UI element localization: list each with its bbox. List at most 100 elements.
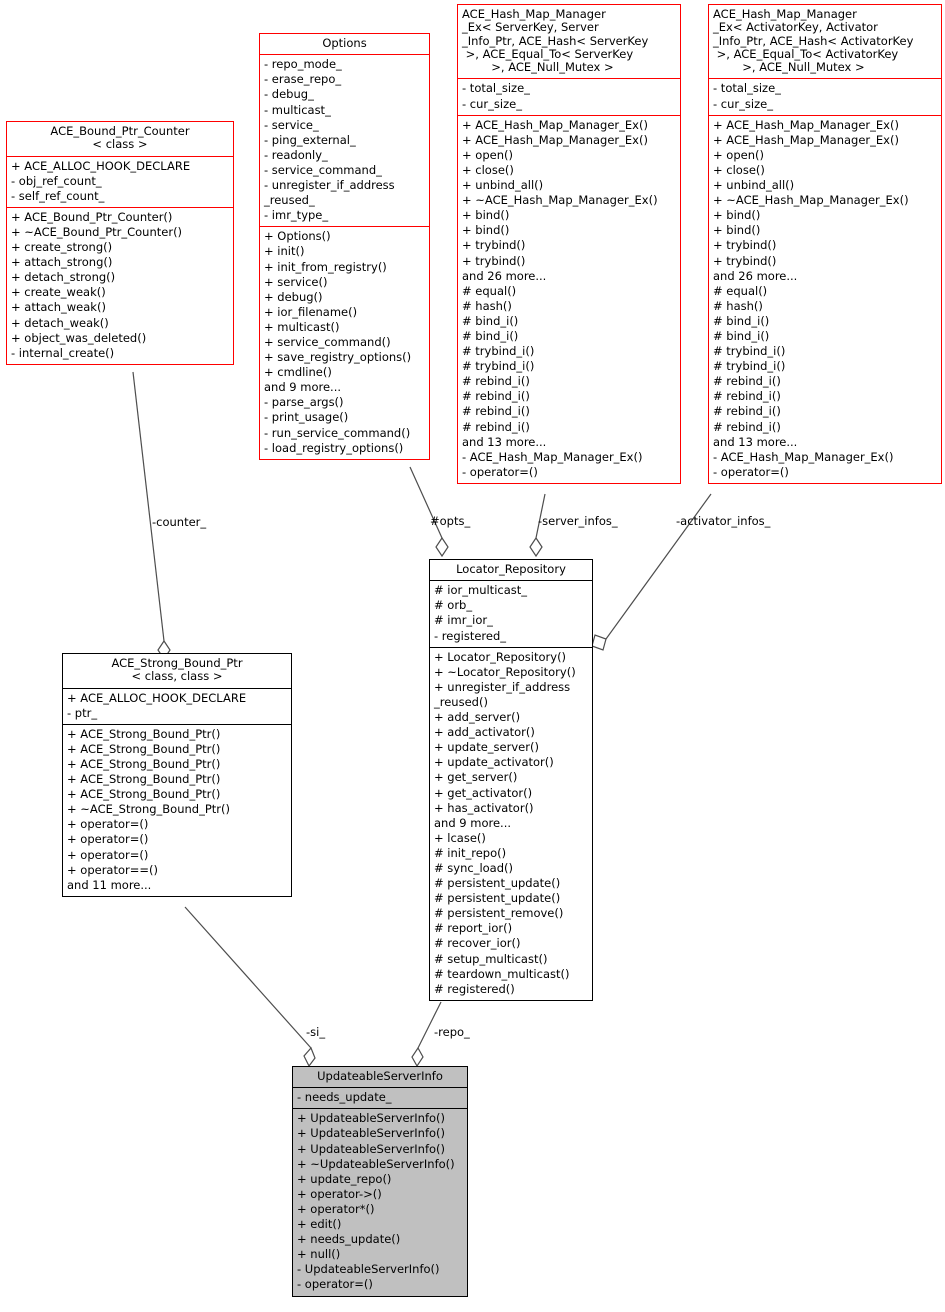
method-row: and 26 more... <box>713 268 798 283</box>
attribute-row: # imr_ior_ <box>434 613 493 628</box>
method-row: + service_command() <box>264 334 391 349</box>
class-box-updateable-server-info[interactable]: UpdateableServerInfo - needs_update_ + U… <box>292 1066 468 1297</box>
class-title: Locator_Repository <box>456 562 566 576</box>
class-title-section: ACE_Strong_Bound_Ptr < class, class > <box>63 654 291 688</box>
method-row: # rebind_i() <box>713 389 781 404</box>
method-row: # persistent_remove() <box>434 906 564 921</box>
method-row: + ACE_Hash_Map_Manager_Ex() <box>713 117 899 132</box>
method-row: # trybind_i() <box>462 359 535 374</box>
methods-section: + UpdateableServerInfo() + UpdateableSer… <box>293 1108 467 1295</box>
attribute-row: - needs_update_ <box>297 1090 392 1105</box>
method-row: # rebind_i() <box>462 374 530 389</box>
method-row: + ior_filename() <box>264 304 358 319</box>
class-box-ace-hash-map-manager-activator[interactable]: ACE_Hash_Map_Manager _Ex< ActivatorKey, … <box>708 4 942 484</box>
edge-label-repo: -repo_ <box>434 1025 470 1039</box>
method-row: + ACE_Hash_Map_Manager_Ex() <box>462 117 648 132</box>
attribute-row: - unregister_if_address <box>264 178 395 193</box>
method-row: # hash() <box>713 298 763 313</box>
method-row: + lcase() <box>434 830 486 845</box>
edge-opts <box>409 466 449 558</box>
method-row: + cmdline() <box>264 365 332 380</box>
class-title-section: ACE_Hash_Map_Manager _Ex< ServerKey, Ser… <box>458 5 680 78</box>
attribute-row: - cur_size_ <box>713 96 773 111</box>
method-row: + operator=() <box>67 817 149 832</box>
class-box-ace-hash-map-manager-server[interactable]: ACE_Hash_Map_Manager _Ex< ServerKey, Ser… <box>457 4 681 484</box>
method-row: + operator*() <box>297 1201 375 1216</box>
method-row: + needs_update() <box>297 1232 401 1247</box>
method-row: - operator=() <box>462 464 538 479</box>
method-row: + unbind_all() <box>462 178 544 193</box>
method-row: # sync_load() <box>434 860 514 875</box>
method-row: # persistent_update() <box>434 876 561 891</box>
method-row: + operator=() <box>67 832 149 847</box>
method-row: + ~ACE_Strong_Bound_Ptr() <box>67 802 230 817</box>
method-row: + create_strong() <box>11 240 113 255</box>
method-row: + save_registry_options() <box>264 350 412 365</box>
class-title: ACE_Strong_Bound_Ptr < class, class > <box>111 656 243 684</box>
attribute-row: - repo_mode_ <box>264 57 342 72</box>
class-box-ace-strong-bound-ptr[interactable]: ACE_Strong_Bound_Ptr < class, class > + … <box>62 653 292 897</box>
method-row: + init() <box>264 244 305 259</box>
method-row: # trybind_i() <box>713 359 786 374</box>
method-row: + multicast() <box>264 319 340 334</box>
attribute-row: - ptr_ <box>67 705 98 720</box>
attribute-row: - service_ <box>264 117 319 132</box>
attribute-row: # orb_ <box>434 598 473 613</box>
method-row: + close() <box>462 162 514 177</box>
method-row: - internal_create() <box>11 345 115 360</box>
method-row: + UpdateableServerInfo() <box>297 1111 446 1126</box>
attributes-section: # ior_multicast_ # orb_ # imr_ior_ - reg… <box>430 580 592 646</box>
method-row: + Locator_Repository() <box>434 649 567 664</box>
class-title: ACE_Hash_Map_Manager _Ex< ServerKey, Ser… <box>462 7 649 75</box>
method-row: - run_service_command() <box>264 425 411 440</box>
method-row: + init_from_registry() <box>264 259 387 274</box>
method-row: + add_server() <box>434 710 521 725</box>
class-box-options[interactable]: Options - repo_mode_ - erase_repo_ - deb… <box>259 33 430 460</box>
method-row: and 13 more... <box>462 434 547 449</box>
method-row: + close() <box>713 162 765 177</box>
method-row: - load_registry_options() <box>264 440 404 455</box>
method-row: + detach_strong() <box>11 270 116 285</box>
attribute-row: - ping_external_ <box>264 132 356 147</box>
class-box-locator-repository[interactable]: Locator_Repository # ior_multicast_ # or… <box>429 559 593 1001</box>
class-title: ACE_Bound_Ptr_Counter < class > <box>50 124 190 152</box>
method-row: # rebind_i() <box>462 404 530 419</box>
method-row: # rebind_i() <box>462 419 530 434</box>
method-row: + trybind() <box>462 238 526 253</box>
method-row: + detach_weak() <box>11 315 109 330</box>
method-row: + debug() <box>264 289 323 304</box>
method-row: + operator=() <box>67 847 149 862</box>
attributes-section: - total_size_ - cur_size_ <box>709 78 941 114</box>
class-title-section: Locator_Repository <box>430 560 592 580</box>
method-row: # registered() <box>434 981 515 996</box>
methods-section: + ACE_Hash_Map_Manager_Ex() + ACE_Hash_M… <box>709 114 941 483</box>
method-row: and 9 more... <box>264 380 342 395</box>
method-row: # rebind_i() <box>462 389 530 404</box>
class-box-ace-bound-ptr-counter[interactable]: ACE_Bound_Ptr_Counter < class > + ACE_AL… <box>6 121 234 365</box>
class-title-section: ACE_Bound_Ptr_Counter < class > <box>7 122 233 156</box>
method-row: # trybind_i() <box>462 344 535 359</box>
attribute-row: - multicast_ <box>264 102 331 117</box>
method-row: # init_repo() <box>434 845 507 860</box>
edge-label-counter: -counter_ <box>152 515 207 529</box>
attribute-row: - imr_type_ <box>264 208 329 223</box>
method-row: and 13 more... <box>713 434 798 449</box>
class-title-section: ACE_Hash_Map_Manager _Ex< ActivatorKey, … <box>709 5 941 78</box>
attribute-row: - service_command_ <box>264 162 382 177</box>
attribute-row: - cur_size_ <box>462 96 522 111</box>
attribute-row: - total_size_ <box>462 81 530 96</box>
method-row: # equal() <box>713 283 768 298</box>
class-title-section: UpdateableServerInfo <box>293 1067 467 1087</box>
method-row: - operator=() <box>713 464 789 479</box>
class-title: Options <box>322 36 367 50</box>
attribute-row: - debug_ <box>264 87 314 102</box>
edge-label-server-infos: -server_infos_ <box>538 514 618 528</box>
method-row: + attach_weak() <box>11 300 106 315</box>
method-row: # recover_ior() <box>434 936 521 951</box>
method-row: + UpdateableServerInfo() <box>297 1141 446 1156</box>
method-row: + update_repo() <box>297 1171 392 1186</box>
methods-section: + Locator_Repository() + ~Locator_Reposi… <box>430 646 592 1000</box>
method-row: - print_usage() <box>264 410 349 425</box>
method-row: + unbind_all() <box>713 178 795 193</box>
edge-si <box>184 906 316 1068</box>
